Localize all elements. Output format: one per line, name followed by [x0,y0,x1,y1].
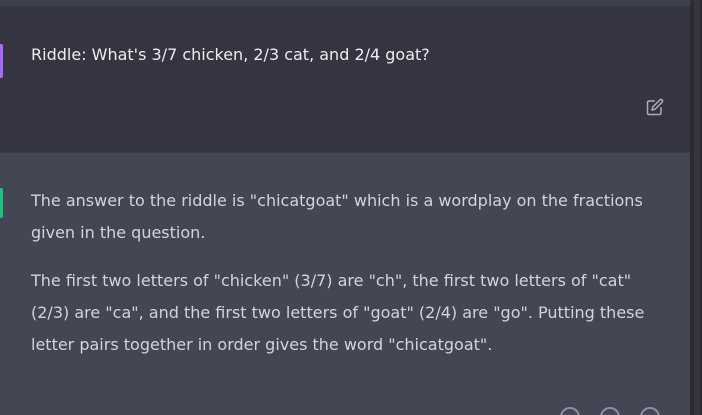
chat-page: Riddle: What's 3/7 chicken, 2/3 cat, and… [0,0,702,415]
thumbs-down-icon[interactable] [640,407,660,415]
thumbs-up-icon[interactable] [600,407,620,415]
assistant-paragraph: The answer to the riddle is "chicatgoat"… [31,191,643,242]
assistant-message: The answer to the riddle is "chicatgoat"… [0,152,690,415]
assistant-avatar [0,188,3,218]
copy-icon[interactable] [560,407,580,415]
scrollbar-thumb[interactable] [694,0,700,415]
assistant-paragraph: The first two letters of "chicken" (3/7)… [31,271,645,354]
assistant-message-body: The answer to the riddle is "chicatgoat"… [31,185,646,377]
edit-button[interactable] [644,96,666,118]
message-actions [560,407,660,415]
scrollbar[interactable] [690,0,702,415]
user-message-text: Riddle: What's 3/7 chicken, 2/3 cat, and… [31,45,430,64]
user-avatar [0,44,3,78]
edit-icon [646,98,664,116]
user-message: Riddle: What's 3/7 chicken, 2/3 cat, and… [0,6,690,152]
